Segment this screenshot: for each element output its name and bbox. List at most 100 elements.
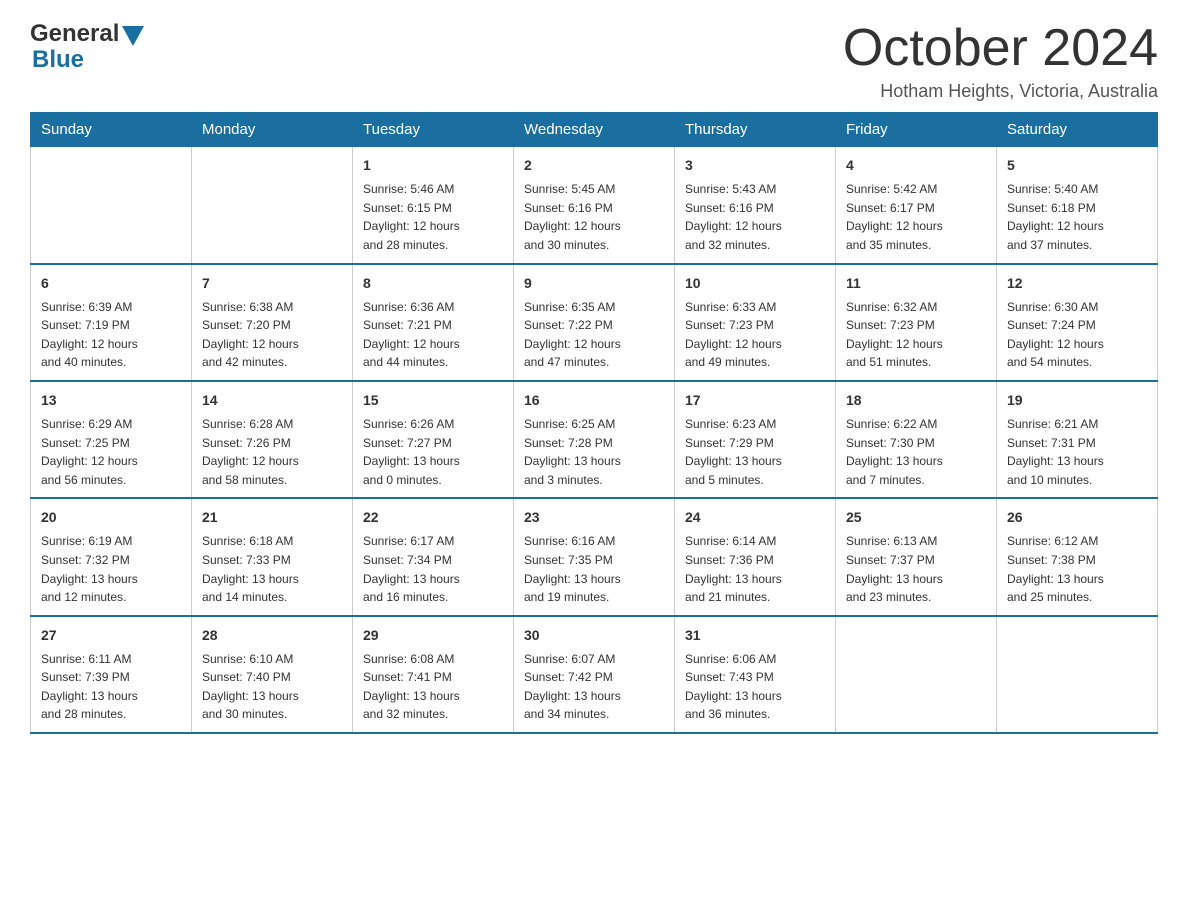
day-info: Sunrise: 6:39 AM Sunset: 7:19 PM Dayligh… — [41, 298, 181, 372]
calendar-cell: 25 Sunrise: 6:13 AM Sunset: 7:37 PM Dayli… — [836, 498, 997, 615]
calendar-cell: 1 Sunrise: 5:46 AM Sunset: 6:15 PM Daylig… — [353, 147, 514, 264]
day-info: Sunrise: 6:32 AM Sunset: 7:23 PM Dayligh… — [846, 298, 986, 372]
day-info: Sunrise: 6:07 AM Sunset: 7:42 PM Dayligh… — [524, 650, 664, 724]
day-info: Sunrise: 6:38 AM Sunset: 7:20 PM Dayligh… — [202, 298, 342, 372]
day-info: Sunrise: 6:25 AM Sunset: 7:28 PM Dayligh… — [524, 415, 664, 489]
day-number: 11 — [846, 273, 986, 294]
day-info: Sunrise: 5:40 AM Sunset: 6:18 PM Dayligh… — [1007, 180, 1147, 254]
calendar-cell: 21 Sunrise: 6:18 AM Sunset: 7:33 PM Dayli… — [192, 498, 353, 615]
day-info: Sunrise: 5:42 AM Sunset: 6:17 PM Dayligh… — [846, 180, 986, 254]
day-number: 10 — [685, 273, 825, 294]
day-info: Sunrise: 6:36 AM Sunset: 7:21 PM Dayligh… — [363, 298, 503, 372]
calendar-week-5: 27 Sunrise: 6:11 AM Sunset: 7:39 PM Dayli… — [31, 616, 1158, 733]
calendar-cell: 8 Sunrise: 6:36 AM Sunset: 7:21 PM Daylig… — [353, 264, 514, 381]
day-info: Sunrise: 5:46 AM Sunset: 6:15 PM Dayligh… — [363, 180, 503, 254]
day-number: 1 — [363, 155, 503, 176]
calendar-cell: 5 Sunrise: 5:40 AM Sunset: 6:18 PM Daylig… — [997, 147, 1158, 264]
calendar-week-2: 6 Sunrise: 6:39 AM Sunset: 7:19 PM Daylig… — [31, 264, 1158, 381]
calendar-week-3: 13Sunrise: 6:29 AM Sunset: 7:25 PM Dayli… — [31, 381, 1158, 498]
day-number: 13 — [41, 390, 181, 411]
day-number: 28 — [202, 625, 342, 646]
calendar-cell: 16 Sunrise: 6:25 AM Sunset: 7:28 PM Dayli… — [514, 381, 675, 498]
day-info: Sunrise: 6:19 AM Sunset: 7:32 PM Dayligh… — [41, 532, 181, 606]
calendar-subtitle: Hotham Heights, Victoria, Australia — [843, 81, 1158, 102]
day-number: 19 — [1007, 390, 1147, 411]
day-info: Sunrise: 6:14 AM Sunset: 7:36 PM Dayligh… — [685, 532, 825, 606]
day-info: Sunrise: 6:35 AM Sunset: 7:22 PM Dayligh… — [524, 298, 664, 372]
day-number: 24 — [685, 507, 825, 528]
calendar-cell: 14 Sunrise: 6:28 AM Sunset: 7:26 PM Dayli… — [192, 381, 353, 498]
day-info: Sunrise: 6:12 AM Sunset: 7:38 PM Dayligh… — [1007, 532, 1147, 606]
day-number: 26 — [1007, 507, 1147, 528]
calendar-cell: 22 Sunrise: 6:17 AM Sunset: 7:34 PM Dayli… — [353, 498, 514, 615]
calendar-title: October 2024 — [843, 20, 1158, 77]
logo-triangle-icon — [122, 26, 144, 46]
day-info: Sunrise: 6:18 AM Sunset: 7:33 PM Dayligh… — [202, 532, 342, 606]
calendar-cell: 10 Sunrise: 6:33 AM Sunset: 7:23 PM Dayli… — [675, 264, 836, 381]
day-number: 14 — [202, 390, 342, 411]
day-info: Sunrise: 6:21 AM Sunset: 7:31 PM Dayligh… — [1007, 415, 1147, 489]
calendar-cell: 6 Sunrise: 6:39 AM Sunset: 7:19 PM Daylig… — [31, 264, 192, 381]
calendar-cell — [836, 616, 997, 733]
day-number: 7 — [202, 273, 342, 294]
day-number: 3 — [685, 155, 825, 176]
page-header: General Blue October 2024 Hotham Heights… — [30, 20, 1158, 102]
calendar-cell: 30Sunrise: 6:07 AM Sunset: 7:42 PM Dayli… — [514, 616, 675, 733]
day-info: Sunrise: 6:06 AM Sunset: 7:43 PM Dayligh… — [685, 650, 825, 724]
day-number: 9 — [524, 273, 664, 294]
day-info: Sunrise: 6:08 AM Sunset: 7:41 PM Dayligh… — [363, 650, 503, 724]
calendar-week-4: 20 Sunrise: 6:19 AM Sunset: 7:32 PM Dayli… — [31, 498, 1158, 615]
day-info: Sunrise: 6:30 AM Sunset: 7:24 PM Dayligh… — [1007, 298, 1147, 372]
day-number: 4 — [846, 155, 986, 176]
day-info: Sunrise: 6:17 AM Sunset: 7:34 PM Dayligh… — [363, 532, 503, 606]
calendar-cell: 23Sunrise: 6:16 AM Sunset: 7:35 PM Dayli… — [514, 498, 675, 615]
day-number: 16 — [524, 390, 664, 411]
calendar-cell — [997, 616, 1158, 733]
day-number: 22 — [363, 507, 503, 528]
calendar-cell: 11 Sunrise: 6:32 AM Sunset: 7:23 PM Dayli… — [836, 264, 997, 381]
calendar-cell: 4 Sunrise: 5:42 AM Sunset: 6:17 PM Daylig… — [836, 147, 997, 264]
day-info: Sunrise: 6:16 AM Sunset: 7:35 PM Dayligh… — [524, 532, 664, 606]
logo: General Blue — [30, 20, 144, 74]
day-number: 17 — [685, 390, 825, 411]
calendar-cell: 27 Sunrise: 6:11 AM Sunset: 7:39 PM Dayli… — [31, 616, 192, 733]
day-info: Sunrise: 6:23 AM Sunset: 7:29 PM Dayligh… — [685, 415, 825, 489]
weekday-header-friday: Friday — [836, 113, 997, 147]
day-number: 8 — [363, 273, 503, 294]
calendar-header: SundayMondayTuesdayWednesdayThursdayFrid… — [31, 113, 1158, 147]
weekday-header-tuesday: Tuesday — [353, 113, 514, 147]
day-info: Sunrise: 6:11 AM Sunset: 7:39 PM Dayligh… — [41, 650, 181, 724]
calendar-cell: 3 Sunrise: 5:43 AM Sunset: 6:16 PM Daylig… — [675, 147, 836, 264]
day-info: Sunrise: 6:28 AM Sunset: 7:26 PM Dayligh… — [202, 415, 342, 489]
day-number: 20 — [41, 507, 181, 528]
day-info: Sunrise: 6:10 AM Sunset: 7:40 PM Dayligh… — [202, 650, 342, 724]
weekday-header-wednesday: Wednesday — [514, 113, 675, 147]
day-info: Sunrise: 6:13 AM Sunset: 7:37 PM Dayligh… — [846, 532, 986, 606]
day-number: 29 — [363, 625, 503, 646]
day-number: 5 — [1007, 155, 1147, 176]
title-block: October 2024 Hotham Heights, Victoria, A… — [843, 20, 1158, 102]
calendar-cell — [192, 147, 353, 264]
day-number: 31 — [685, 625, 825, 646]
day-info: Sunrise: 6:33 AM Sunset: 7:23 PM Dayligh… — [685, 298, 825, 372]
calendar-cell: 18 Sunrise: 6:22 AM Sunset: 7:30 PM Dayli… — [836, 381, 997, 498]
day-number: 25 — [846, 507, 986, 528]
day-number: 27 — [41, 625, 181, 646]
calendar-cell: 24 Sunrise: 6:14 AM Sunset: 7:36 PM Dayli… — [675, 498, 836, 615]
calendar-cell: 31 Sunrise: 6:06 AM Sunset: 7:43 PM Dayli… — [675, 616, 836, 733]
day-number: 6 — [41, 273, 181, 294]
calendar-cell: 12 Sunrise: 6:30 AM Sunset: 7:24 PM Dayli… — [997, 264, 1158, 381]
day-number: 18 — [846, 390, 986, 411]
day-info: Sunrise: 6:22 AM Sunset: 7:30 PM Dayligh… — [846, 415, 986, 489]
calendar-cell: 13Sunrise: 6:29 AM Sunset: 7:25 PM Dayli… — [31, 381, 192, 498]
calendar-table: SundayMondayTuesdayWednesdayThursdayFrid… — [30, 112, 1158, 734]
calendar-cell: 28 Sunrise: 6:10 AM Sunset: 7:40 PM Dayli… — [192, 616, 353, 733]
day-number: 12 — [1007, 273, 1147, 294]
calendar-cell — [31, 147, 192, 264]
day-info: Sunrise: 5:43 AM Sunset: 6:16 PM Dayligh… — [685, 180, 825, 254]
day-number: 15 — [363, 390, 503, 411]
day-number: 21 — [202, 507, 342, 528]
calendar-cell: 17 Sunrise: 6:23 AM Sunset: 7:29 PM Dayli… — [675, 381, 836, 498]
weekday-header-monday: Monday — [192, 113, 353, 147]
logo-general-text: General — [30, 20, 119, 48]
